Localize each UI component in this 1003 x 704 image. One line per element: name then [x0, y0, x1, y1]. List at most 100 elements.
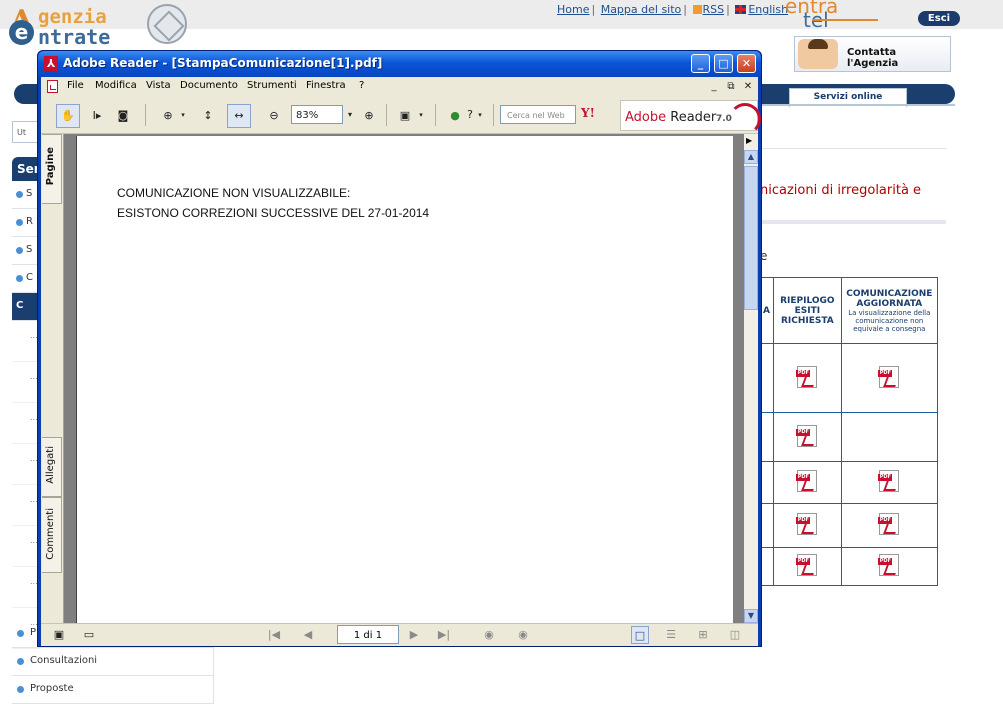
- panel-menu-arrow-icon[interactable]: ▶: [746, 136, 752, 145]
- pdf-icon[interactable]: [878, 513, 900, 535]
- pdf-icon[interactable]: [796, 554, 818, 576]
- help-icon[interactable]: ●: [443, 104, 467, 128]
- scroll-thumb[interactable]: [744, 166, 758, 310]
- entratel-underline: [812, 19, 878, 21]
- pdf-icon[interactable]: [796, 365, 818, 388]
- left-menu-subitem[interactable]: [12, 567, 40, 608]
- reader-title-bar[interactable]: ⅄ Adobe Reader - [StampaComunicazione[1]…: [38, 51, 761, 77]
- left-menu-item-selected[interactable]: C: [12, 293, 40, 321]
- last-page-icon[interactable]: ▶|: [437, 626, 451, 644]
- snapshot-tool-icon[interactable]: ◙: [111, 104, 135, 128]
- web-search-input[interactable]: Cerca nel Web: [500, 105, 576, 124]
- help-label[interactable]: ?: [465, 104, 475, 126]
- left-menu-subitem[interactable]: [12, 526, 40, 567]
- hand-tool-icon[interactable]: ✋: [56, 104, 80, 128]
- pdf-icon[interactable]: [796, 513, 818, 535]
- contact-agency-button[interactable]: Contatta l'Agenzia: [794, 36, 951, 72]
- single-page-view-icon[interactable]: □: [631, 626, 649, 644]
- sitemap-link[interactable]: Mappa del sito: [601, 3, 682, 16]
- rss-link[interactable]: RSS: [703, 3, 725, 16]
- continuous-view-icon[interactable]: ☰: [663, 626, 679, 644]
- continuous-facing-view-icon[interactable]: ◫: [727, 626, 743, 644]
- menu-finestra[interactable]: Finestra: [306, 80, 346, 91]
- reader-status-bar: ▣ ▭ |◀ ◀ 1 di 1 ▶ ▶| ◉ ◉ □ ☰ ⊞ ◫: [41, 623, 758, 646]
- left-menu-subitem[interactable]: [12, 485, 40, 526]
- help-dropdown-icon[interactable]: ▾: [475, 104, 485, 126]
- left-menu-item[interactable]: S: [12, 181, 40, 209]
- pdf-icon[interactable]: [878, 554, 900, 576]
- tab-commenti[interactable]: Commenti: [42, 497, 62, 573]
- vertical-scrollbar[interactable]: ▶ ▲ ▼: [744, 134, 758, 623]
- pdf-icon[interactable]: [796, 470, 818, 492]
- left-menu-subitem[interactable]: [12, 321, 40, 362]
- top-links: Home | Mappa del sito | RSS | English: [557, 3, 789, 16]
- bullet-icon: [16, 275, 23, 282]
- bullet-icon: [16, 191, 23, 198]
- left-menu-subitem[interactable]: [12, 403, 40, 444]
- maximize-button[interactable]: □: [714, 54, 733, 73]
- left-menu-item-consultazioni[interactable]: Consultazioni: [12, 648, 214, 676]
- fit-page-icon[interactable]: ↕: [196, 104, 220, 128]
- rss-icon: [692, 5, 702, 14]
- facing-view-icon[interactable]: ⊞: [695, 626, 711, 644]
- previous-page-icon[interactable]: ◀: [301, 626, 315, 644]
- menu-strumenti[interactable]: Strumenti: [247, 80, 297, 91]
- scroll-down-icon[interactable]: ▼: [744, 609, 758, 623]
- zoom-in-icon[interactable]: ⊕: [357, 104, 381, 128]
- zoom-tool-dropdown-icon[interactable]: ▾: [178, 104, 188, 126]
- select-text-tool-icon[interactable]: I▸: [85, 104, 109, 128]
- zoom-dropdown-icon[interactable]: ▾: [343, 105, 357, 124]
- next-page-icon[interactable]: ▶: [407, 626, 421, 644]
- page-number-input[interactable]: 1 di 1: [337, 625, 399, 644]
- menu-help[interactable]: ?: [359, 80, 364, 91]
- menu-modifica[interactable]: Modifica: [95, 80, 137, 91]
- bullet-icon: [16, 247, 23, 254]
- menu-documento[interactable]: Documento: [180, 80, 238, 91]
- fit-width-icon[interactable]: ↔: [227, 104, 251, 128]
- results-table: A RIEPILOGO ESITI RICHIESTA COMUNICAZION…: [760, 277, 939, 586]
- doc-close-icon[interactable]: ✕: [741, 80, 755, 94]
- menu-file[interactable]: File: [67, 80, 84, 91]
- left-menu-item-proposte[interactable]: Proposte: [12, 676, 214, 704]
- zoom-input[interactable]: 83%: [291, 105, 343, 124]
- left-menu-item[interactable]: S: [12, 237, 40, 265]
- tab-pagine[interactable]: Pagine: [42, 134, 62, 204]
- yahoo-search-icon[interactable]: Y!: [581, 106, 595, 120]
- pdf-icon[interactable]: [878, 470, 900, 492]
- doc-minimize-icon[interactable]: _: [707, 80, 721, 94]
- rotate-view-icon[interactable]: ▣: [393, 104, 417, 128]
- reader-window-title: Adobe Reader - [StampaComunicazione[1].p…: [63, 56, 383, 70]
- table-row: [760, 412, 939, 462]
- table-row: [760, 461, 939, 504]
- next-view-icon[interactable]: ◉: [515, 626, 531, 644]
- left-menu: Ser S R S C C: [12, 157, 40, 649]
- adobe-swirl-icon: [729, 103, 761, 135]
- english-link[interactable]: English: [748, 3, 788, 16]
- rotate-dropdown-icon[interactable]: ▾: [416, 104, 426, 126]
- left-menu-subitem[interactable]: [12, 362, 40, 403]
- left-menu-subitem[interactable]: [12, 444, 40, 485]
- tab-allegati[interactable]: Allegati: [42, 437, 62, 497]
- thumbnails-toggle-icon[interactable]: ▣: [51, 626, 67, 644]
- table-header-comunicazione-label: COMUNICAZIONE AGGIORNATA: [846, 288, 933, 309]
- bullet-icon: [17, 686, 24, 693]
- previous-view-icon[interactable]: ◉: [481, 626, 497, 644]
- close-button[interactable]: ✕: [737, 54, 756, 73]
- left-menu-header: Ser: [12, 157, 40, 181]
- first-page-icon[interactable]: |◀: [267, 626, 281, 644]
- home-link[interactable]: Home: [557, 3, 589, 16]
- page-size-icon[interactable]: ▭: [81, 626, 97, 644]
- left-menu-item[interactable]: R: [12, 209, 40, 237]
- left-menu-item[interactable]: C: [12, 265, 40, 293]
- pdf-icon[interactable]: [796, 424, 818, 447]
- scroll-up-icon[interactable]: ▲: [744, 150, 758, 164]
- table-header-comunicazione: COMUNICAZIONE AGGIORNATA La visualizzazi…: [840, 277, 939, 344]
- pdf-icon[interactable]: [878, 365, 900, 388]
- zoom-in-tool-icon[interactable]: ⊕: [156, 104, 180, 128]
- menu-vista[interactable]: Vista: [146, 80, 171, 91]
- document-text-line: ESISTONO CORREZIONI SUCCESSIVE DEL 27-01…: [117, 206, 430, 220]
- logout-button[interactable]: Esci: [918, 11, 960, 26]
- zoom-out-icon[interactable]: ⊖: [262, 104, 286, 128]
- doc-restore-icon[interactable]: ⧉: [724, 80, 738, 94]
- minimize-button[interactable]: _: [691, 54, 710, 73]
